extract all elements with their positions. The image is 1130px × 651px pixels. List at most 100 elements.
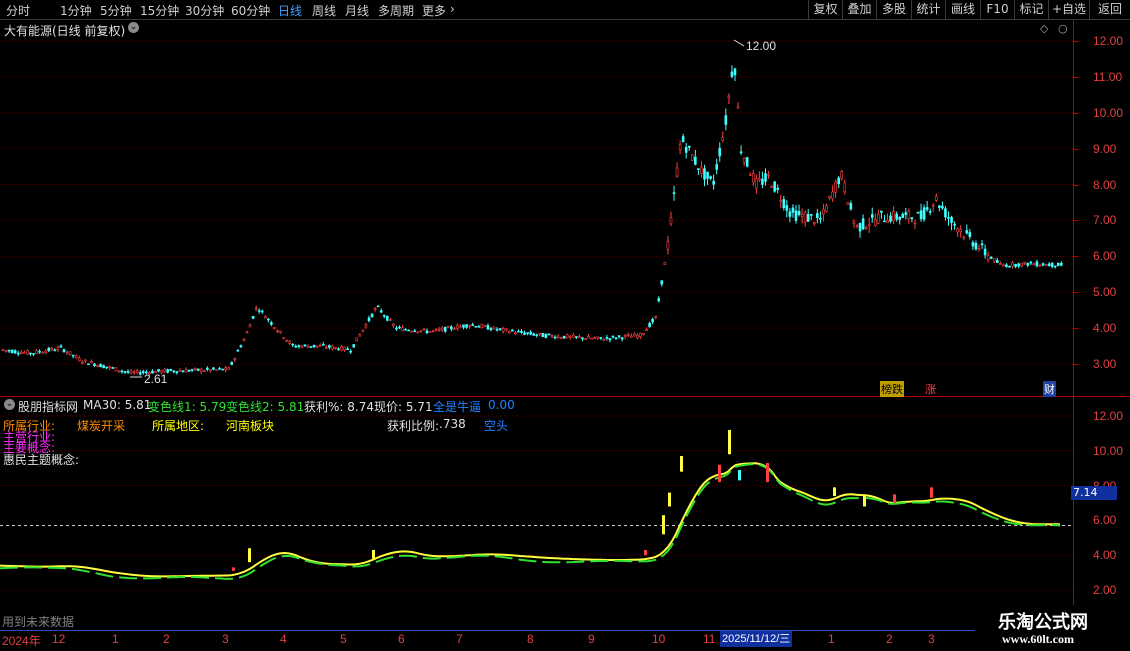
candle-body xyxy=(99,363,102,368)
candle-body xyxy=(809,214,813,216)
high-pointer xyxy=(733,39,745,47)
candle-body xyxy=(492,326,496,330)
candle-body xyxy=(584,338,587,340)
watermark: 乐淘公式网 www.60lt.com xyxy=(978,605,1130,650)
candle-body xyxy=(999,263,1002,265)
period-tab-multi[interactable]: 多周期 xyxy=(378,2,414,19)
period-tab-more[interactable]: 更多 xyxy=(422,2,446,19)
mark-button[interactable]: 标记 xyxy=(1014,0,1048,19)
candle-body xyxy=(401,327,404,332)
month-label: 8 xyxy=(527,632,534,646)
candle-body xyxy=(550,335,554,338)
period-tab-60min[interactable]: 60分钟 xyxy=(231,2,270,19)
bangdie-badge[interactable]: 榜跌 xyxy=(880,381,904,397)
back-button[interactable]: 返回 xyxy=(1089,0,1130,19)
candle-body xyxy=(4,349,8,352)
candle-body xyxy=(812,222,816,224)
candle-body xyxy=(861,218,865,230)
candle-body xyxy=(53,349,57,352)
candle-body xyxy=(84,359,87,362)
candle-body xyxy=(590,337,593,340)
month-label: 1 xyxy=(828,632,835,646)
candle-body xyxy=(816,213,819,218)
candle-body xyxy=(538,332,542,335)
candle-body xyxy=(867,224,871,227)
candle-body xyxy=(413,330,417,333)
cai-badge[interactable]: 财 xyxy=(1043,381,1056,397)
candle-body xyxy=(770,186,773,188)
watermark-title: 乐淘公式网 xyxy=(998,612,1088,633)
candle-body xyxy=(755,178,758,189)
candle-body xyxy=(38,350,41,353)
month-label: 1 xyxy=(112,632,119,646)
candle-body xyxy=(587,336,590,339)
candle-body xyxy=(733,68,737,76)
candle-body xyxy=(974,243,978,250)
candle-body xyxy=(913,222,917,225)
period-tab-15min[interactable]: 15分钟 xyxy=(140,2,179,19)
candle-body xyxy=(910,217,914,220)
overlay-button[interactable]: 叠加 xyxy=(842,0,876,19)
price-tick-label: 3.00 xyxy=(1093,357,1117,371)
candle-body xyxy=(428,331,432,333)
candle-body xyxy=(785,205,789,211)
indicator-chart[interactable] xyxy=(0,397,1073,630)
candle-body xyxy=(980,243,984,246)
candle-body xyxy=(855,224,859,227)
candle-body xyxy=(916,212,920,214)
candle-body xyxy=(254,307,258,310)
candle-body xyxy=(718,147,722,157)
candle-body xyxy=(895,213,898,220)
candle-body xyxy=(962,236,966,239)
candle-body xyxy=(697,168,700,171)
add-favorite-button[interactable]: +自选 xyxy=(1048,0,1089,19)
candle-body xyxy=(678,144,682,151)
candle-body xyxy=(568,335,572,338)
candle-body xyxy=(928,211,932,213)
f10-button[interactable]: F10 xyxy=(980,0,1014,19)
candle-body xyxy=(773,181,776,192)
candle-body xyxy=(880,210,883,213)
candle-body xyxy=(660,280,664,285)
month-label: 2 xyxy=(886,632,893,646)
candle-body xyxy=(233,358,237,360)
candle-body xyxy=(35,350,38,354)
candle-body xyxy=(407,329,410,332)
candle-body xyxy=(260,310,264,313)
period-tab-intraday[interactable]: 分时 xyxy=(6,2,30,19)
draw-line-button[interactable]: 画线 xyxy=(945,0,980,19)
candle-body xyxy=(599,337,603,339)
candle-body xyxy=(986,255,990,261)
period-tab-5min[interactable]: 5分钟 xyxy=(100,2,132,19)
candle-body xyxy=(782,199,786,209)
candle-body xyxy=(761,178,764,185)
period-tab-30min[interactable]: 30分钟 xyxy=(185,2,224,19)
period-tab-monthly[interactable]: 月线 xyxy=(345,2,369,19)
candle-body xyxy=(629,335,633,338)
statistics-button[interactable]: 统计 xyxy=(911,0,945,19)
candle-body xyxy=(523,332,526,335)
candle-body xyxy=(462,324,465,328)
period-tab-1min[interactable]: 1分钟 xyxy=(60,2,92,19)
candle-body xyxy=(59,345,63,348)
zhang-badge[interactable]: 涨 xyxy=(925,381,936,397)
period-tab-weekly[interactable]: 周线 xyxy=(312,2,336,19)
candle-body xyxy=(114,367,118,372)
candle-body xyxy=(1038,264,1042,267)
price-tick xyxy=(1074,112,1079,114)
candle-body xyxy=(392,323,395,327)
candle-body xyxy=(221,368,224,371)
fuquan-button[interactable]: 复权 xyxy=(808,0,842,19)
period-tab-daily[interactable]: 日线 xyxy=(278,2,302,19)
candle-body xyxy=(767,174,770,176)
candlestick-chart[interactable]: 12.00 2.61 xyxy=(0,20,1073,396)
candle-body xyxy=(791,207,795,213)
candle-body xyxy=(995,260,999,263)
signal-bar xyxy=(718,464,721,483)
signal-bar xyxy=(662,515,665,535)
month-label: 3 xyxy=(222,632,229,646)
multi-stock-button[interactable]: 多股 xyxy=(876,0,911,19)
chevron-right-icon[interactable]: › xyxy=(450,2,455,16)
candle-body xyxy=(730,71,734,77)
candle-body xyxy=(389,319,392,321)
